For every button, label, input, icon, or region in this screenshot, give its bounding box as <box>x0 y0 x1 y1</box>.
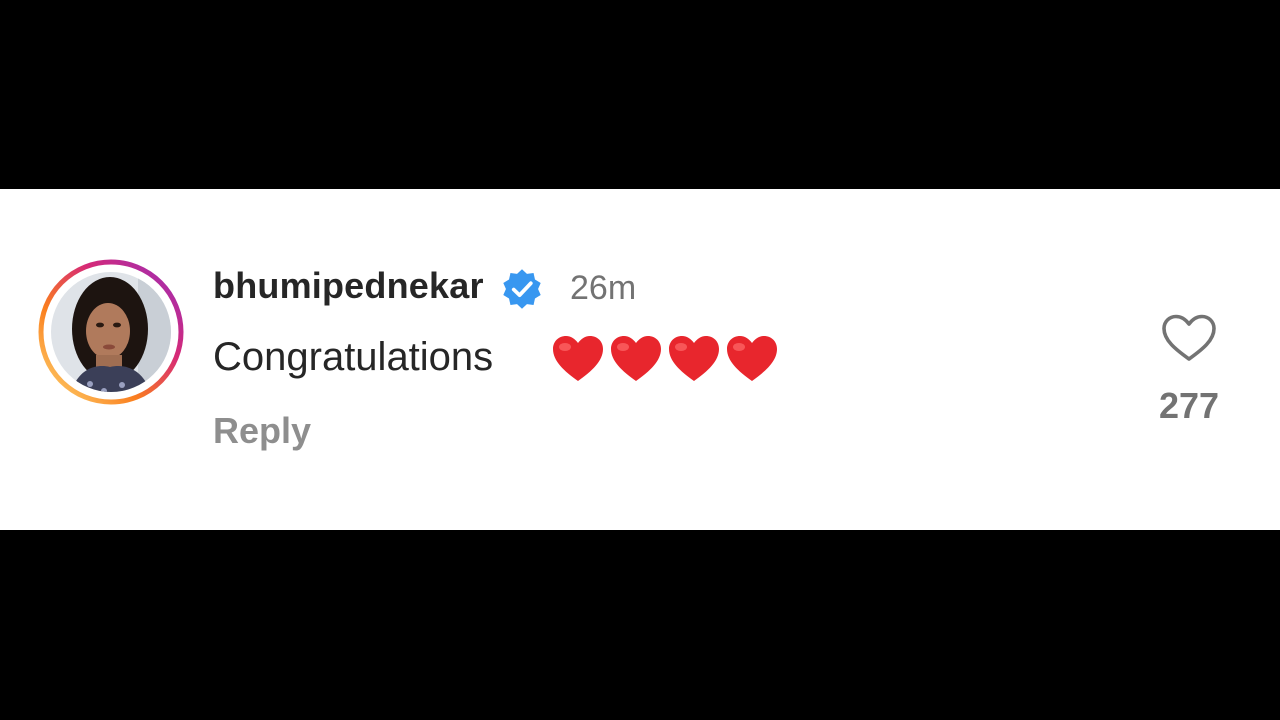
avatar-image <box>38 259 184 405</box>
red-heart-emoji-icon <box>727 336 777 381</box>
emoji-hearts <box>552 335 778 383</box>
username[interactable]: bhumipednekar <box>213 265 484 307</box>
red-heart-emoji-icon <box>611 336 661 381</box>
avatar[interactable] <box>38 259 184 405</box>
verified-badge-icon <box>500 267 544 311</box>
like-count: 277 <box>1158 385 1220 426</box>
heart-outline-icon[interactable] <box>1160 313 1218 363</box>
comment-text: Congratulations <box>213 335 494 379</box>
comment-item: bhumipednekar 26m Congratulations Reply <box>0 189 1280 530</box>
red-heart-emoji-icon <box>669 336 719 381</box>
letterbox-bottom <box>0 530 1280 720</box>
reply-button[interactable]: Reply <box>213 410 311 452</box>
red-heart-emoji-icon <box>553 336 603 381</box>
letterbox-top <box>0 0 1280 189</box>
comment-timestamp: 26m <box>570 269 637 307</box>
